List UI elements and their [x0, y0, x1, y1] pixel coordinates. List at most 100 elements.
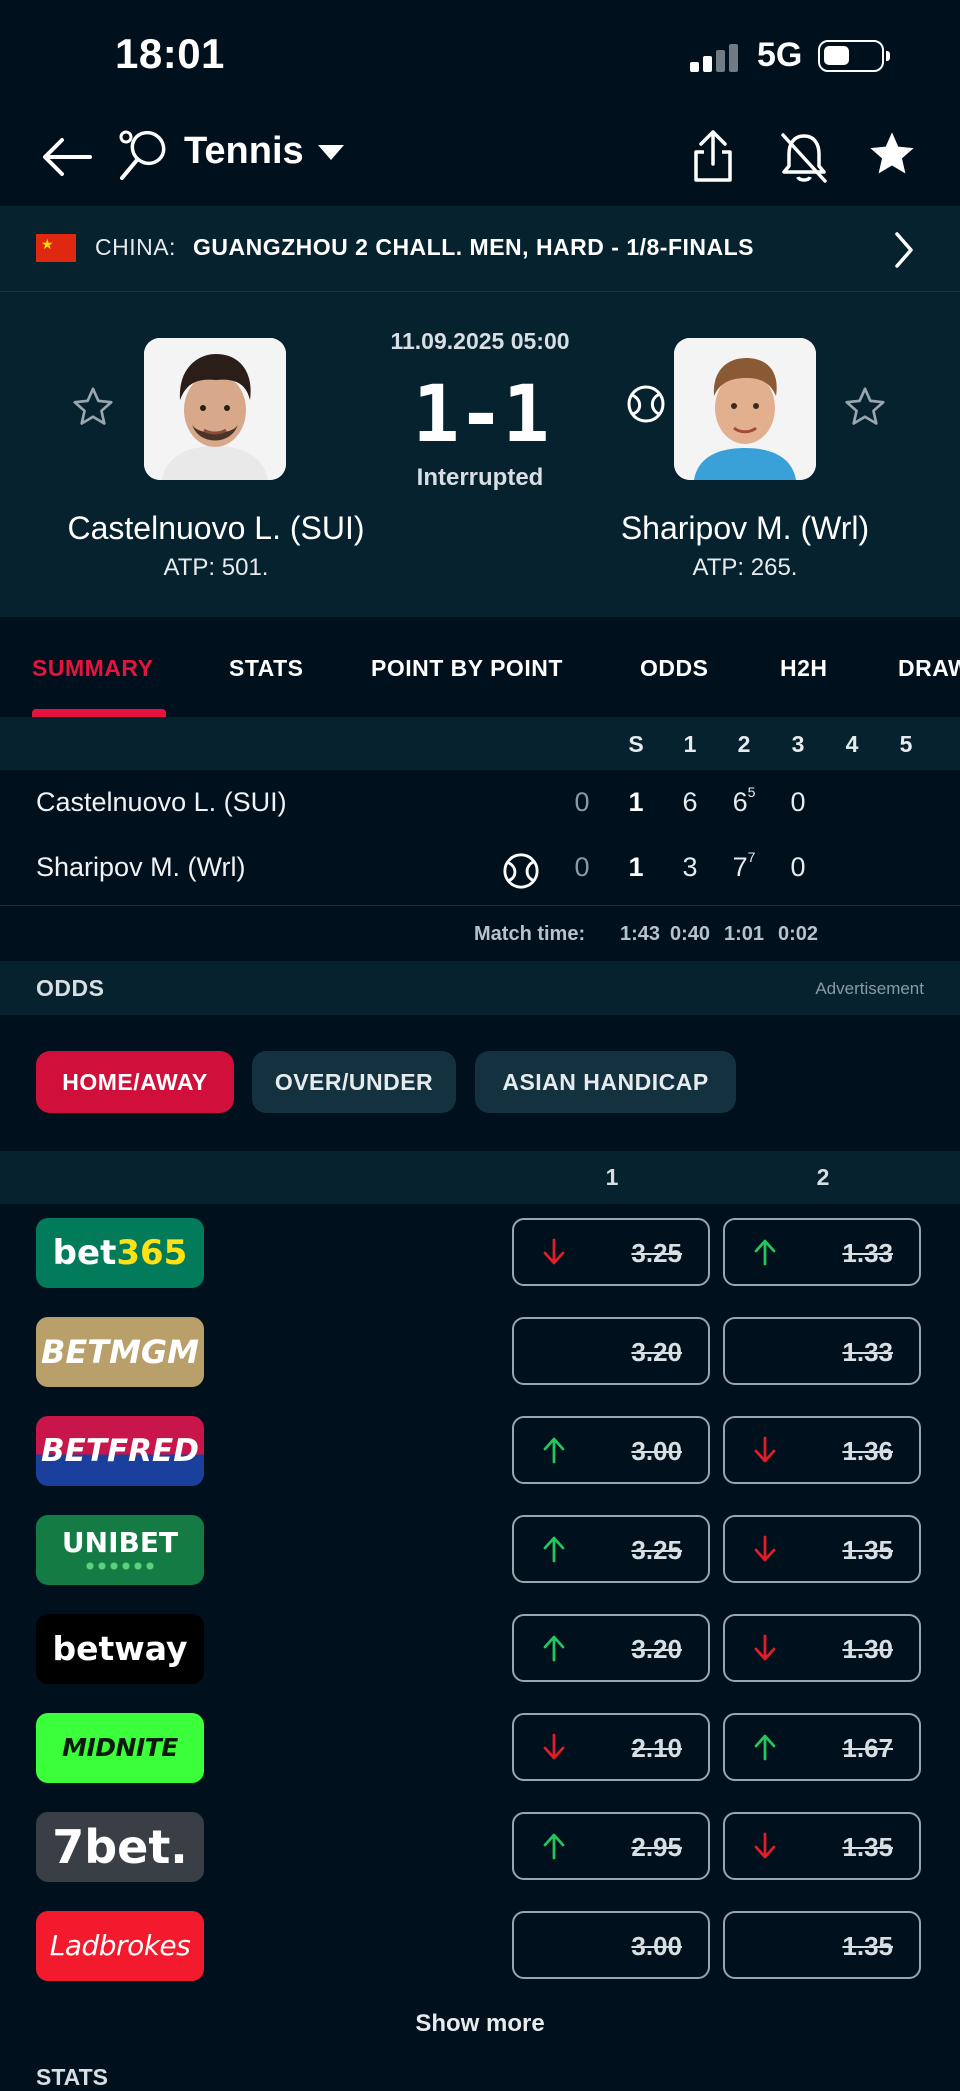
home-player-photo[interactable] [144, 338, 286, 480]
odds-away-button[interactable]: 1.35 [723, 1812, 921, 1880]
bookmaker-row: UNIBET 3.25 1.35 [0, 1501, 960, 1600]
odds-home-button[interactable]: 3.20 [512, 1317, 710, 1385]
favorite-star-icon[interactable] [866, 128, 918, 180]
odds-away-value: 1.35 [842, 1931, 893, 1961]
col-set-1: 1 [683, 731, 697, 757]
midnite-logo[interactable]: MIDNITE [36, 1713, 204, 1783]
odds-down-arrow-icon [754, 1535, 776, 1562]
unibet-logo[interactable]: UNIBET [36, 1515, 204, 1585]
scoreboard-row-away: Sharipov M. (Wrl) 0 1 3 77 0 [0, 838, 960, 902]
away-player-photo[interactable] [674, 338, 816, 480]
notifications-off-icon[interactable] [778, 130, 830, 186]
away-favorite-star-icon[interactable] [842, 384, 888, 430]
league-bar[interactable]: ★ CHINA: GUANGZHOU 2 CHALL. MEN, HARD - … [0, 206, 960, 292]
home-favorite-star-icon[interactable] [70, 384, 116, 430]
tab-h2h[interactable]: H2H [780, 655, 828, 682]
match-time-set-3: 0:02 [777, 923, 819, 945]
tab-stats[interactable]: STATS [229, 655, 303, 682]
betway-logo[interactable]: betway [36, 1614, 204, 1684]
col-set-5: 5 [899, 731, 913, 757]
odds-away-value: 1.30 [842, 1634, 893, 1664]
odds-home-button[interactable]: 3.25 [512, 1515, 710, 1583]
bet365-logo[interactable]: bet365 [36, 1218, 204, 1288]
odds-away-button[interactable]: 1.36 [723, 1416, 921, 1484]
odds-home-button[interactable]: 2.95 [512, 1812, 710, 1880]
home-row-name: Castelnuovo L. (SUI) [36, 787, 287, 817]
odds-up-arrow-icon [543, 1437, 565, 1464]
odds-up-arrow-icon [754, 1239, 776, 1266]
match-time-row: Match time: 1:43 0:40 1:01 0:02 [0, 905, 960, 961]
7bet-logo[interactable]: 7bet. [36, 1812, 204, 1882]
bookmaker-row: 7bet. 2.95 1.35 [0, 1798, 960, 1897]
share-icon[interactable] [690, 128, 736, 186]
match-time-set-1: 0:40 [669, 923, 711, 945]
home-player-rank: ATP: 501. [163, 554, 269, 581]
show-more-button[interactable]: Show more [330, 2010, 630, 2038]
odds-away-button[interactable]: 1.35 [723, 1911, 921, 1979]
odds-home-button[interactable]: 2.10 [512, 1713, 710, 1781]
betfred-logo[interactable]: BETFRED [36, 1416, 204, 1486]
col-away-odds: 2 [816, 1164, 830, 1190]
bookmaker-row: bet365 3.25 1.33 [0, 1204, 960, 1303]
ladbrokes-logo[interactable]: Ladbrokes [36, 1911, 204, 1981]
tab-point-by-point[interactable]: POINT BY POINT [371, 655, 563, 682]
bookmaker-row: Ladbrokes 3.00 1.35 [0, 1897, 960, 1996]
match-datetime: 11.09.2025 05:00 [390, 328, 570, 354]
back-arrow-icon[interactable] [40, 132, 94, 182]
status-bar: 18:01 5G [0, 0, 960, 110]
odds-home-button[interactable]: 3.00 [512, 1416, 710, 1484]
odds-away-button[interactable]: 1.67 [723, 1713, 921, 1781]
odds-away-value: 1.67 [842, 1733, 893, 1763]
match-tabs: SUMMARY STATS POINT BY POINT ODDS H2H DR… [0, 617, 960, 717]
odds-down-arrow-icon [543, 1238, 565, 1265]
home-points: 0 [574, 787, 590, 817]
away-set-1: 3 [682, 852, 698, 882]
home-set-3: 0 [790, 787, 806, 817]
betmgm-logo[interactable]: BETMGM [36, 1317, 204, 1387]
odds-down-arrow-icon [754, 1634, 776, 1661]
tab-odds[interactable]: ODDS [640, 655, 708, 682]
home-set-2: 65 [732, 784, 756, 817]
bookmaker-row: MIDNITE 2.10 1.67 [0, 1699, 960, 1798]
odds-away-button[interactable]: 1.33 [723, 1218, 921, 1286]
odds-away-button[interactable]: 1.35 [723, 1515, 921, 1583]
filter-asian-handicap[interactable]: ASIAN HANDICAP [475, 1051, 736, 1113]
chevron-right-icon[interactable] [892, 230, 916, 270]
stats-section-header: STATS [36, 2064, 108, 2090]
match-header: Castelnuovo L. (SUI) ATP: 501. 11.09.202… [0, 292, 960, 617]
odds-home-button[interactable]: 3.20 [512, 1614, 710, 1682]
scoreboard-header: S 1 2 3 4 5 [0, 717, 960, 770]
network-label: 5G [757, 36, 803, 74]
advertisement-label: Advertisement [815, 979, 924, 998]
serving-ball-icon [503, 853, 539, 889]
sport-title[interactable]: Tennis [184, 130, 304, 173]
tab-summary[interactable]: SUMMARY [32, 655, 153, 682]
odds-home-value: 2.95 [631, 1832, 682, 1862]
col-set-3: 3 [791, 731, 805, 757]
away-player-name[interactable]: Sharipov M. (Wrl) [565, 510, 925, 547]
league-country: CHINA: [95, 234, 176, 260]
odds-away-button[interactable]: 1.33 [723, 1317, 921, 1385]
chevron-down-icon[interactable] [318, 145, 344, 160]
filter-over-under[interactable]: OVER/UNDER [252, 1051, 456, 1113]
serving-ball-icon [627, 385, 665, 423]
filter-home-away[interactable]: HOME/AWAY [36, 1051, 234, 1113]
odds-home-value: 3.00 [631, 1931, 682, 1961]
odds-home-value: 3.20 [631, 1337, 682, 1367]
home-player-name[interactable]: Castelnuovo L. (SUI) [36, 510, 396, 547]
odds-away-value: 1.36 [842, 1436, 893, 1466]
league-name: GUANGZHOU 2 CHALL. MEN, HARD - 1/8-FINAL… [193, 234, 754, 260]
odds-home-button[interactable]: 3.00 [512, 1911, 710, 1979]
odds-away-button[interactable]: 1.30 [723, 1614, 921, 1682]
tab-draw[interactable]: DRAW [898, 655, 960, 682]
odds-table-header: 1 2 [0, 1151, 960, 1204]
away-points: 0 [574, 852, 590, 882]
tennis-racket-icon [119, 130, 166, 180]
bookmaker-row: BETFRED 3.00 1.36 [0, 1402, 960, 1501]
odds-down-arrow-icon [754, 1436, 776, 1463]
col-set-2: 2 [737, 731, 751, 757]
unibet-logo-text: UNIBET [61, 1526, 179, 1559]
odds-up-arrow-icon [543, 1536, 565, 1563]
bookmaker-row: BETMGM 3.20 1.33 [0, 1303, 960, 1402]
odds-home-button[interactable]: 3.25 [512, 1218, 710, 1286]
